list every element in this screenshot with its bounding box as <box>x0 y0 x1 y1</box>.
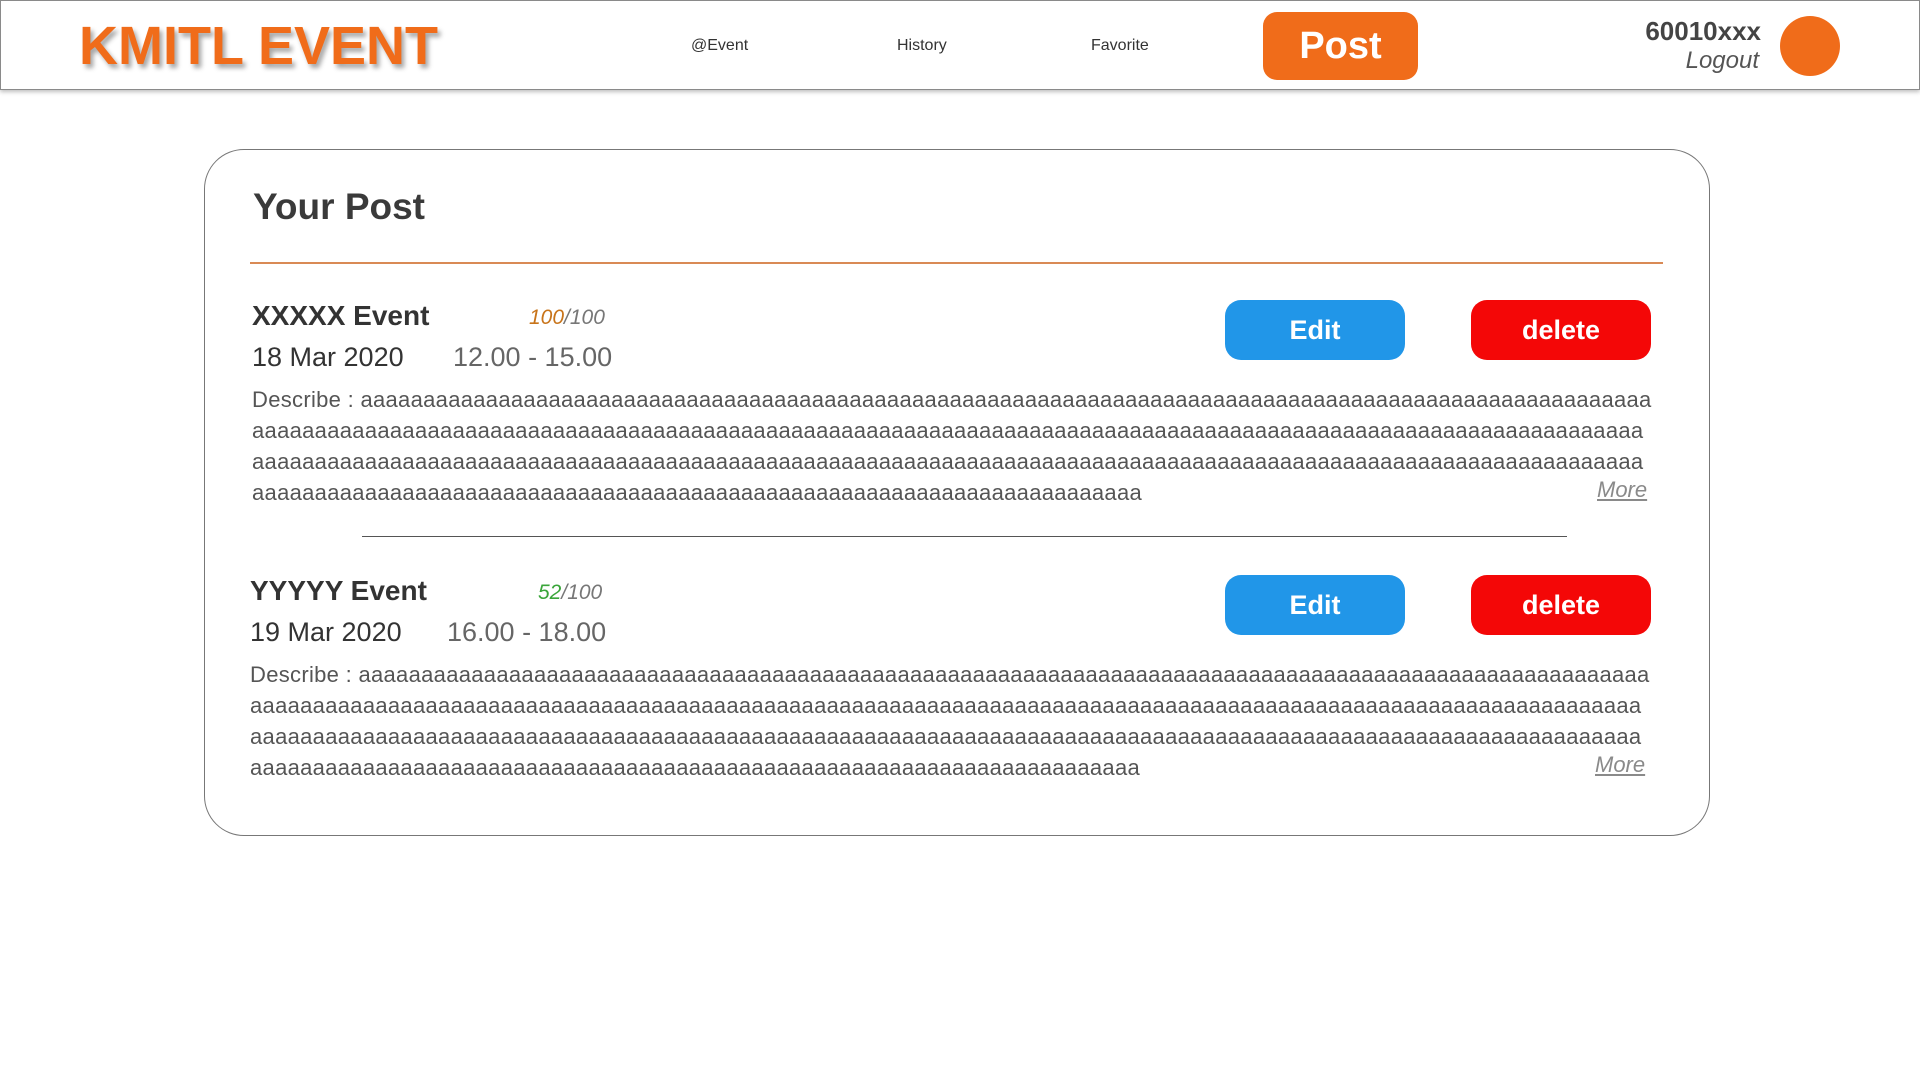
nav-post-active[interactable]: Post <box>1263 12 1418 80</box>
post-title: YYYYY Event <box>250 575 427 606</box>
top-navigation-bar: KMITL EVENT @Event History Favorite Post… <box>0 0 1920 90</box>
post-item: XXXXX Event 100/100 18 Mar 2020 12.00 - … <box>205 300 1709 550</box>
score-total: /100 <box>561 581 603 604</box>
score-total: /100 <box>564 306 605 329</box>
post-item: YYYYY Event 52/100 19 Mar 2020 16.00 - 1… <box>205 575 1709 825</box>
nav-favorite[interactable]: Favorite <box>1091 23 1149 69</box>
post-score: 100/100 <box>529 306 605 330</box>
page-title: Your Post <box>253 186 425 227</box>
post-title: XXXXX Event <box>252 300 430 331</box>
post-date: 18 Mar 2020 <box>252 342 404 372</box>
post-time: 16.00 - 18.00 <box>447 617 607 647</box>
edit-button[interactable]: Edit <box>1225 575 1405 635</box>
more-link[interactable]: More <box>1595 752 1645 778</box>
more-link[interactable]: More <box>1597 477 1647 503</box>
post-divider <box>362 536 1567 537</box>
your-post-panel: Your Post XXXXX Event 100/100 18 Mar 202… <box>204 149 1710 836</box>
post-description: Describe : aaaaaaaaaaaaaaaaaaaaaaaaaaaaa… <box>252 387 1652 505</box>
post-description: Describe : aaaaaaaaaaaaaaaaaaaaaaaaaaaaa… <box>250 662 1650 780</box>
avatar[interactable] <box>1780 16 1840 76</box>
logout-link[interactable]: Logout <box>1686 46 1759 76</box>
score-value: 100 <box>529 306 565 329</box>
title-divider <box>250 262 1663 264</box>
post-time: 12.00 - 15.00 <box>453 342 613 372</box>
user-id: 60010xxx <box>1645 16 1761 46</box>
post-date: 19 Mar 2020 <box>250 617 402 647</box>
delete-button[interactable]: delete <box>1471 575 1651 635</box>
nav-event[interactable]: @Event <box>691 23 748 69</box>
nav-history[interactable]: History <box>897 23 947 69</box>
post-score: 52/100 <box>538 581 602 605</box>
delete-button[interactable]: delete <box>1471 300 1651 360</box>
brand-logo[interactable]: KMITL EVENT <box>79 15 438 77</box>
edit-button[interactable]: Edit <box>1225 300 1405 360</box>
score-value: 52 <box>538 581 562 604</box>
